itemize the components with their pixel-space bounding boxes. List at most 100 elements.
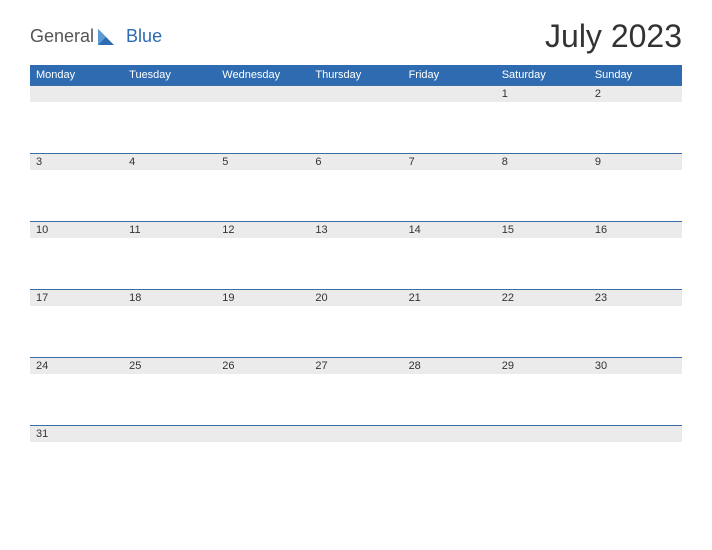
day-body	[403, 102, 496, 153]
day-body	[30, 442, 123, 493]
calendar-header: General Blue July 2023	[0, 0, 712, 65]
day-cell: 1	[496, 86, 589, 102]
weekday-label: Thursday	[309, 65, 402, 85]
day-body	[496, 442, 589, 493]
day-body	[403, 170, 496, 221]
day-body	[589, 442, 682, 493]
day-cell: 2	[589, 86, 682, 102]
week-row: 17 18 19 20 21 22 23	[30, 289, 682, 357]
day-cell: 27	[309, 358, 402, 374]
weekday-label: Wednesday	[216, 65, 309, 85]
day-body	[123, 102, 216, 153]
day-cell: 8	[496, 154, 589, 170]
day-body	[216, 238, 309, 289]
weekday-label: Sunday	[589, 65, 682, 85]
day-cell: 3	[30, 154, 123, 170]
day-cell: 10	[30, 222, 123, 238]
week-row: 3 4 5 6 7 8 9	[30, 153, 682, 221]
day-cell: 31	[30, 426, 123, 442]
weekday-label: Tuesday	[123, 65, 216, 85]
day-cell: 5	[216, 154, 309, 170]
day-cell: 9	[589, 154, 682, 170]
day-body	[496, 374, 589, 425]
day-cell	[403, 426, 496, 442]
day-body	[309, 238, 402, 289]
brand-triangle-icon	[96, 27, 116, 47]
day-body	[30, 306, 123, 357]
brand-word-2: Blue	[126, 26, 162, 47]
day-body	[30, 170, 123, 221]
day-body	[309, 442, 402, 493]
day-cell: 6	[309, 154, 402, 170]
day-cell: 7	[403, 154, 496, 170]
day-body	[216, 170, 309, 221]
day-body	[123, 442, 216, 493]
day-cell	[123, 86, 216, 102]
day-body	[309, 306, 402, 357]
day-body	[589, 102, 682, 153]
weekday-label: Friday	[403, 65, 496, 85]
day-cell: 23	[589, 290, 682, 306]
day-cell: 11	[123, 222, 216, 238]
calendar-grid: Monday Tuesday Wednesday Thursday Friday…	[0, 65, 712, 493]
day-body	[123, 170, 216, 221]
weekday-label: Saturday	[496, 65, 589, 85]
day-cell	[403, 86, 496, 102]
day-body	[216, 442, 309, 493]
day-cell	[309, 426, 402, 442]
day-cell: 14	[403, 222, 496, 238]
day-body	[589, 306, 682, 357]
day-cell	[496, 426, 589, 442]
day-body	[309, 374, 402, 425]
day-cell	[30, 86, 123, 102]
day-body	[403, 238, 496, 289]
day-body	[216, 374, 309, 425]
day-body	[403, 442, 496, 493]
day-body	[496, 238, 589, 289]
day-body	[403, 306, 496, 357]
day-body	[496, 170, 589, 221]
day-body	[30, 238, 123, 289]
day-cell: 24	[30, 358, 123, 374]
month-year-title: July 2023	[545, 18, 682, 55]
day-cell: 25	[123, 358, 216, 374]
day-cell: 28	[403, 358, 496, 374]
day-cell: 15	[496, 222, 589, 238]
day-body	[309, 170, 402, 221]
day-body	[30, 102, 123, 153]
day-body	[589, 170, 682, 221]
brand-word-1: General	[30, 26, 94, 47]
day-cell: 30	[589, 358, 682, 374]
week-row: 24 25 26 27 28 29 30	[30, 357, 682, 425]
week-row: 31	[30, 425, 682, 493]
day-cell: 4	[123, 154, 216, 170]
day-body	[496, 102, 589, 153]
day-body	[216, 102, 309, 153]
weekday-label: Monday	[30, 65, 123, 85]
week-row: 10 11 12 13 14 15 16	[30, 221, 682, 289]
day-body	[589, 374, 682, 425]
day-cell: 21	[403, 290, 496, 306]
day-cell: 29	[496, 358, 589, 374]
day-body	[123, 374, 216, 425]
day-body	[216, 306, 309, 357]
weekday-header-row: Monday Tuesday Wednesday Thursday Friday…	[30, 65, 682, 85]
day-cell: 26	[216, 358, 309, 374]
day-cell: 13	[309, 222, 402, 238]
day-cell: 20	[309, 290, 402, 306]
day-body	[30, 374, 123, 425]
day-cell: 17	[30, 290, 123, 306]
day-body	[309, 102, 402, 153]
day-cell: 18	[123, 290, 216, 306]
brand-logo: General Blue	[30, 26, 162, 47]
day-cell	[123, 426, 216, 442]
day-cell: 12	[216, 222, 309, 238]
day-body	[123, 306, 216, 357]
day-cell: 16	[589, 222, 682, 238]
day-body	[589, 238, 682, 289]
day-cell: 19	[216, 290, 309, 306]
day-body	[403, 374, 496, 425]
day-cell	[216, 426, 309, 442]
week-row: 1 2	[30, 85, 682, 153]
day-cell	[309, 86, 402, 102]
